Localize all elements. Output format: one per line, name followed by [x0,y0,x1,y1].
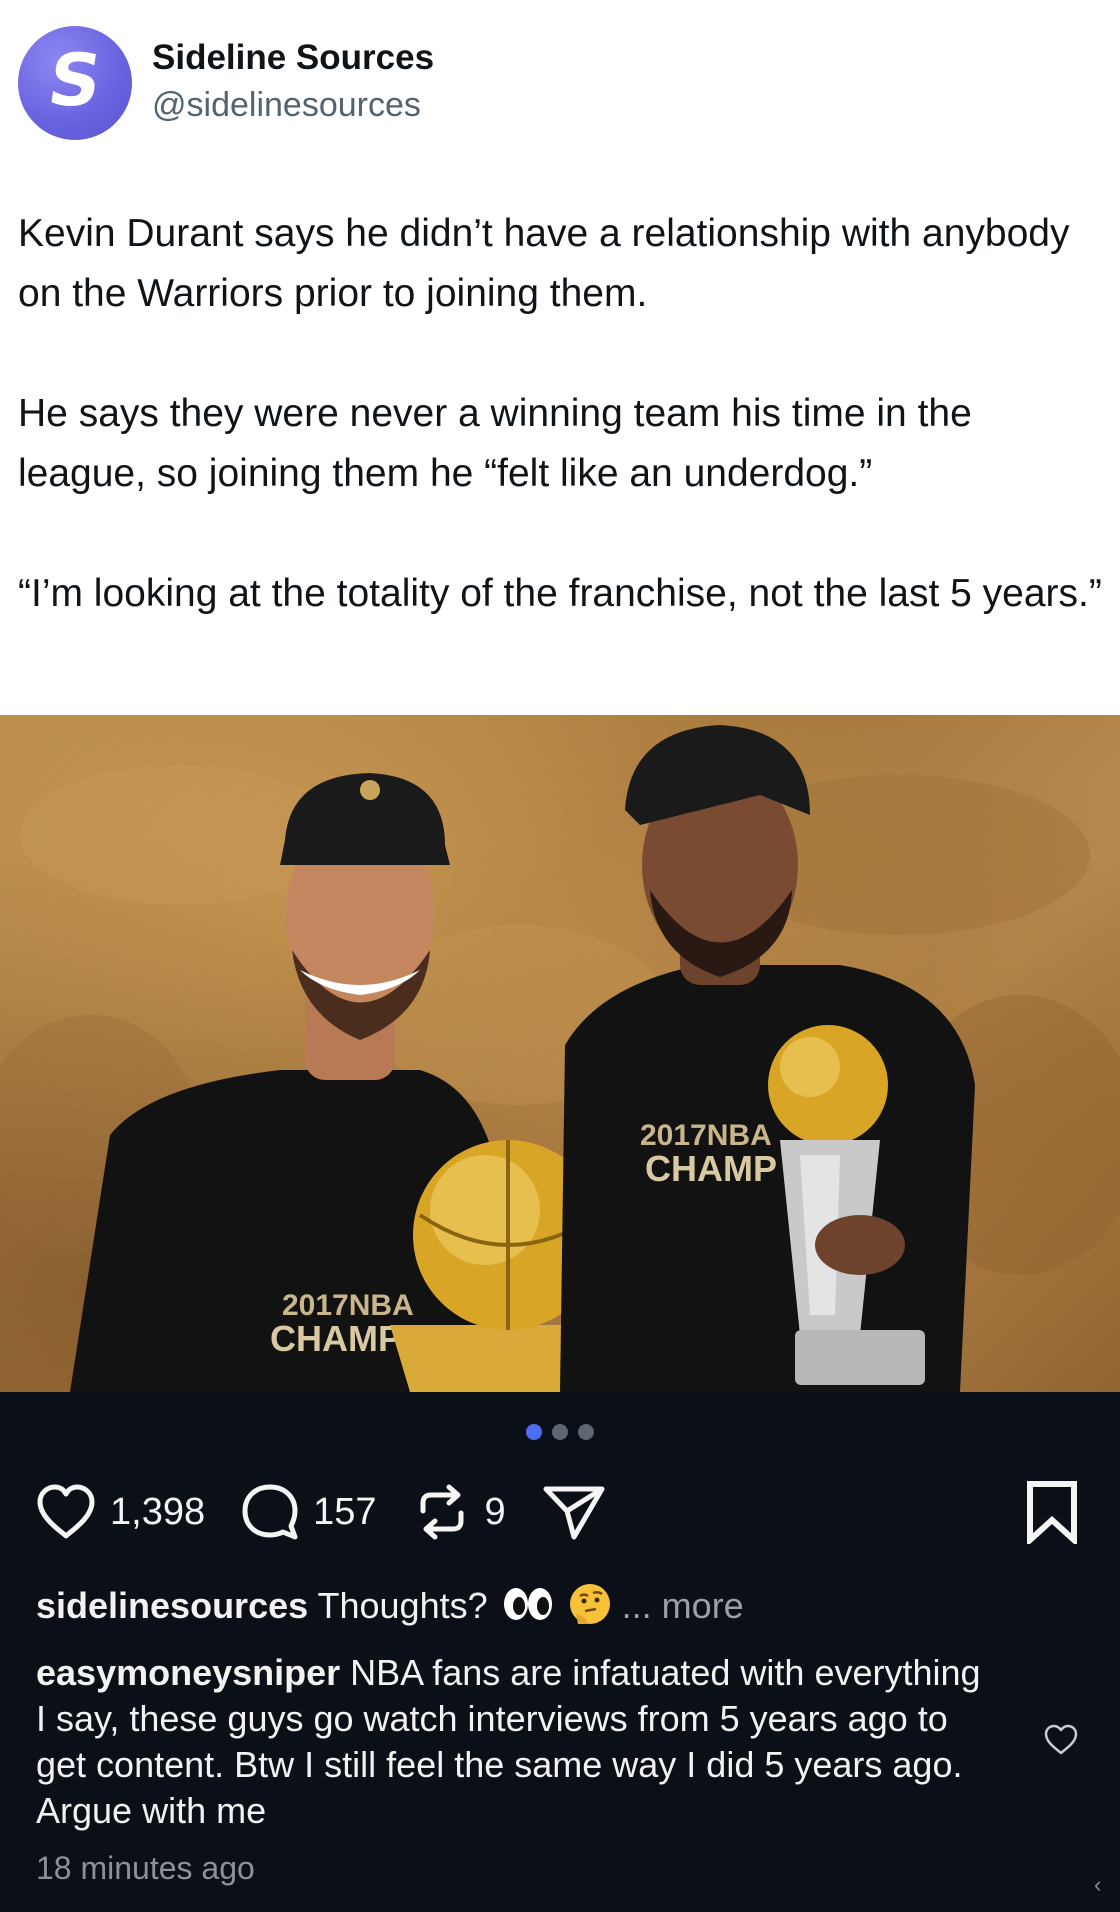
corner-arrow-icon: ‹ [1094,1872,1102,1897]
author-avatar[interactable]: S [18,26,132,140]
action-bar: 1,398 157 9 [34,1480,642,1544]
author-handle[interactable]: @sidelinesources [152,86,421,125]
like-count: 1,398 [110,1490,206,1533]
bookmark-button[interactable] [1024,1480,1080,1549]
bookmark-icon [1027,1481,1077,1547]
post-timestamp: 18 minutes ago [36,1850,255,1886]
more-link[interactable]: ... more [622,1585,744,1626]
repost-count: 9 [484,1490,506,1533]
avatar-letter: S [43,38,107,122]
carousel-indicator[interactable] [0,1424,1120,1440]
share-button[interactable] [540,1481,608,1543]
eyes-emoji [502,1586,554,1631]
tweet-paragraph: “I’m looking at the totality of the fran… [18,572,1102,615]
author-display-name[interactable]: Sideline Sources [152,38,434,78]
embedded-tweet-card: S Sideline Sources @sidelinesources Kevi… [0,0,1120,715]
comment-like-button[interactable] [1043,1724,1079,1761]
heart-icon [37,1484,95,1539]
comment-username[interactable]: easymoneysniper [36,1652,340,1693]
comment-bubble-icon [242,1484,298,1540]
carousel-dot[interactable] [578,1424,594,1440]
reply-button[interactable]: 157 [239,1481,377,1543]
heart-outline-icon [1044,1724,1078,1755]
repost-button[interactable]: 9 [411,1481,506,1543]
thinking-face-emoji [568,1582,612,1635]
left-shirt-text-2: CHAMP [270,1318,402,1359]
tweet-text: Kevin Durant says he didn’t have a relat… [18,204,1108,624]
repost-icon [420,1484,463,1540]
caption-text: Thoughts? [317,1585,488,1627]
like-button[interactable]: 1,398 [34,1482,205,1542]
photo-illustration: 2017NBA CHAMP 2017NBA CHAMP [0,725,1120,1392]
right-shirt-text-2: CHAMP [645,1148,777,1189]
caption-username[interactable]: sidelinesources [36,1585,308,1626]
top-comment: easymoneysniper NBA fans are infatuated … [36,1650,996,1834]
carousel-dot[interactable] [552,1424,568,1440]
send-icon [543,1486,605,1540]
reply-count: 157 [313,1490,377,1533]
carousel-dot-active[interactable] [526,1424,542,1440]
tweet-paragraph: He says they were never a winning team h… [18,392,972,495]
post-photo[interactable]: 2017NBA CHAMP 2017NBA CHAMP [0,715,1120,1392]
tweet-paragraph: Kevin Durant says he didn’t have a relat… [18,212,1070,315]
post-caption: sidelinesources Thoughts? ... more [36,1582,744,1635]
